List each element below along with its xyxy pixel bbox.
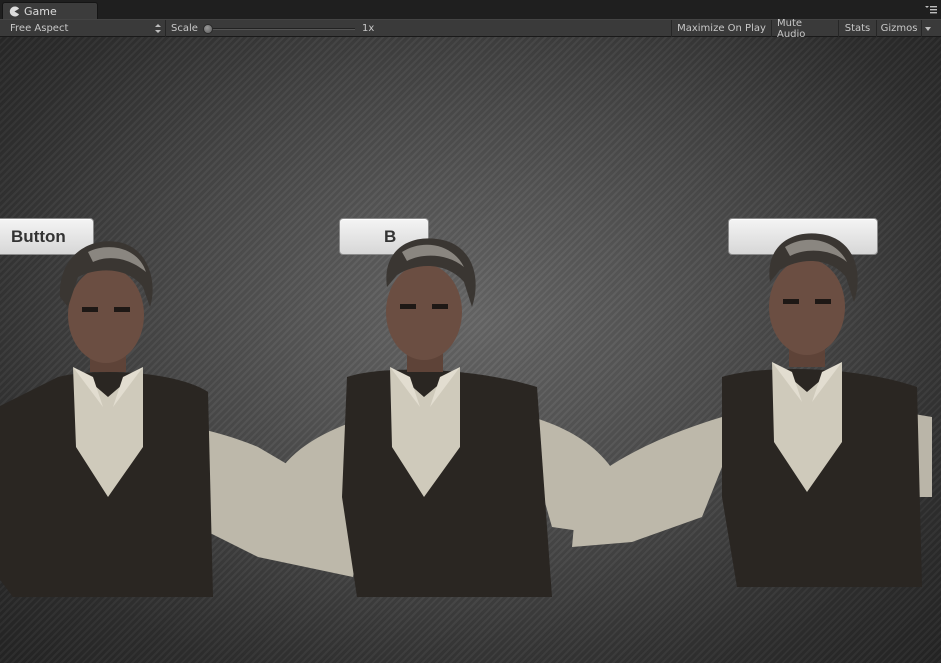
eye	[783, 299, 799, 304]
gizmos-dropdown[interactable]	[921, 20, 933, 37]
eye	[400, 304, 416, 309]
scale-slider-track[interactable]	[207, 28, 355, 30]
mute-audio-toggle[interactable]: Mute Audio	[771, 18, 838, 40]
aspect-dropdown[interactable]: Free Aspect	[0, 20, 166, 37]
tab-strip: Game	[0, 0, 941, 20]
game-viewport[interactable]: Button B	[0, 37, 941, 663]
stats-toggle[interactable]: Stats	[838, 20, 876, 37]
aspect-label: Free Aspect	[10, 23, 69, 34]
tab-label: Game	[24, 5, 57, 18]
character-model	[572, 233, 932, 587]
eye	[114, 307, 130, 312]
scale-label: Scale	[171, 23, 198, 34]
scale-value: 1x	[362, 23, 375, 34]
pacman-icon	[9, 6, 20, 17]
face	[769, 259, 845, 355]
eye	[82, 307, 98, 312]
eye	[815, 299, 831, 304]
dropdown-arrow-icon	[924, 26, 931, 31]
game-toolbar: Free Aspect Scale 1x Maximize On Play Mu…	[0, 18, 941, 40]
updown-arrows-icon	[155, 24, 161, 33]
scale-slider-thumb[interactable]	[203, 24, 213, 34]
gizmos-toggle[interactable]: Gizmos	[876, 20, 921, 37]
face	[386, 264, 462, 360]
panel-menu-icon[interactable]	[925, 5, 937, 15]
tab-game[interactable]: Game	[2, 2, 98, 20]
maximize-on-play-toggle[interactable]: Maximize On Play	[671, 20, 771, 37]
face	[68, 267, 144, 363]
eye	[432, 304, 448, 309]
